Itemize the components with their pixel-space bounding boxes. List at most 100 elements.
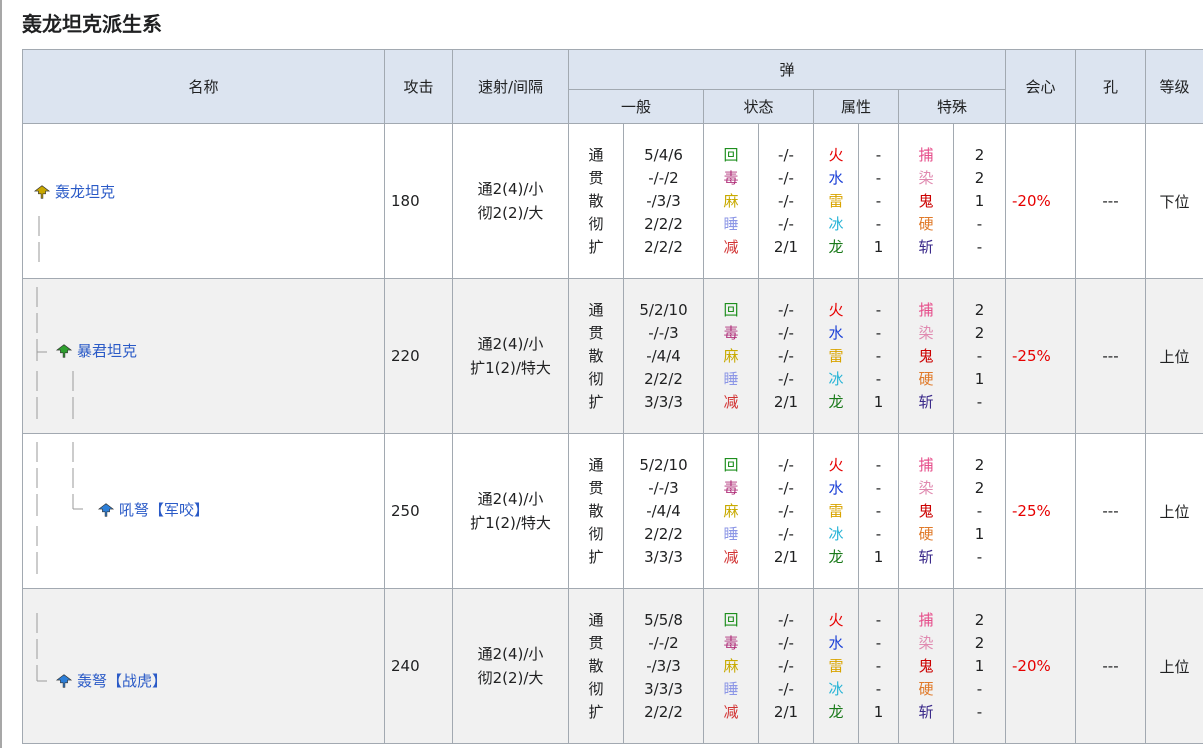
weapon-name-cell: 吼弩【军咬】 bbox=[22, 433, 385, 589]
ammo-special-type-line: 捕 bbox=[918, 610, 934, 629]
ammo-general-values-line: -/-/2 bbox=[648, 168, 679, 187]
ammo-special-type-line: 染 bbox=[918, 323, 934, 342]
ammo-general-type-line: 通 bbox=[588, 300, 604, 319]
ammo-general-type-line: 彻 bbox=[588, 369, 604, 388]
ammo-special-type-line: 捕 bbox=[918, 145, 934, 164]
ammo-status-values-line: -/- bbox=[778, 191, 794, 210]
ammo-general-values-line: 2/2/2 bbox=[644, 237, 683, 256]
ammo-element-type-line: 火 bbox=[828, 300, 844, 319]
ammo-element-type-line: 龙 bbox=[828, 547, 844, 566]
ammo-element-type-line: 冰 bbox=[828, 214, 844, 233]
ammo-element-values: - - - - 1 bbox=[858, 123, 899, 279]
ammo-general-type-line: 贯 bbox=[588, 323, 604, 342]
ammo-general-values-line: -/-/3 bbox=[648, 323, 679, 342]
ammo-special-values-line: - bbox=[976, 392, 983, 411]
ammo-status-type-line: 麻 bbox=[723, 191, 739, 210]
attack-value: 240 bbox=[384, 588, 453, 744]
ammo-general-type-line: 扩 bbox=[588, 702, 604, 721]
ammo-general-type: 通贯散彻扩 bbox=[568, 588, 624, 744]
ammo-special-values: 2 2 1 - - bbox=[952, 123, 1007, 279]
bowgun-icon bbox=[55, 344, 73, 358]
ammo-special-type-line: 捕 bbox=[918, 455, 934, 474]
ammo-status-type-line: 回 bbox=[723, 300, 739, 319]
weapon-name: 轰弩【战虎】 bbox=[55, 671, 167, 691]
ammo-element-values-line: - bbox=[875, 214, 882, 233]
table-row: 轰弩【战虎】 240 通2(4)/小 彻2(2)/大通贯散彻扩 5/5/8 -/-/2 -/… bbox=[22, 588, 1203, 744]
ammo-general-values-line: 5/4/6 bbox=[644, 145, 683, 164]
weapon-link[interactable]: 吼弩【军咬】 bbox=[119, 500, 209, 520]
ammo-special-values-line: 2 bbox=[974, 478, 985, 497]
ammo-element-values-line: - bbox=[875, 633, 882, 652]
rapid-fire-line: 通2(4)/小 bbox=[477, 180, 544, 198]
ammo-general-values-line: 3/3/3 bbox=[644, 679, 683, 698]
ammo-general-type-line: 通 bbox=[588, 610, 604, 629]
rapid-fire-line: 彻2(2)/大 bbox=[477, 669, 544, 687]
ammo-special-type-line: 染 bbox=[918, 633, 934, 652]
ammo-element-values-line: - bbox=[875, 610, 882, 629]
ammo-status-type-line: 毒 bbox=[723, 323, 739, 342]
weapon-name: 轰龙坦克 bbox=[33, 182, 115, 202]
ammo-element-values-line: 1 bbox=[873, 392, 884, 411]
ammo-special-type-line: 鬼 bbox=[918, 346, 934, 365]
weapon-link[interactable]: 暴君坦克 bbox=[77, 341, 137, 361]
ammo-element-values-line: - bbox=[875, 323, 882, 342]
ammo-general-type: 通贯散彻扩 bbox=[568, 433, 624, 589]
ammo-element-values-line: 1 bbox=[873, 237, 884, 256]
ammo-status-type-line: 睡 bbox=[723, 679, 739, 698]
ammo-element-values: - - - - 1 bbox=[858, 433, 899, 589]
weapon-table: 名称 攻击 速射/间隔 弹 会心 孔 等级 一般 状态 属性 特殊 轰龙坦克 18… bbox=[22, 49, 1203, 744]
ammo-element-type-line: 水 bbox=[828, 168, 844, 187]
weapon-link[interactable]: 轰弩【战虎】 bbox=[77, 671, 167, 691]
ammo-element-type: 火水雷冰龙 bbox=[813, 123, 859, 279]
ammo-element-values-line: - bbox=[875, 679, 882, 698]
ammo-special-values-line: - bbox=[976, 702, 983, 721]
ammo-status-type-line: 毒 bbox=[723, 168, 739, 187]
slots-value: --- bbox=[1075, 278, 1147, 434]
weapon-tree: 轰龙坦克 bbox=[23, 124, 383, 279]
ammo-special-values-line: - bbox=[976, 237, 983, 256]
ammo-special-type-line: 鬼 bbox=[918, 501, 934, 520]
slots-value: --- bbox=[1075, 433, 1147, 589]
header-affinity: 会心 bbox=[1005, 49, 1077, 124]
weapon-link[interactable]: 轰龙坦克 bbox=[55, 182, 115, 202]
ammo-general-values-line: -/4/4 bbox=[646, 346, 681, 365]
ammo-special-type: 捕染鬼硬斩 bbox=[898, 433, 954, 589]
ammo-general-type: 通贯散彻扩 bbox=[568, 123, 624, 279]
ammo-status-type-line: 麻 bbox=[723, 346, 739, 365]
ammo-status-values-line: 2/1 bbox=[773, 702, 799, 721]
ammo-general-type-line: 扩 bbox=[588, 392, 604, 411]
header-attack: 攻击 bbox=[384, 49, 453, 124]
ammo-special-values-line: 1 bbox=[974, 656, 985, 675]
rapid-fire-line: 扩1(2)/特大 bbox=[470, 359, 551, 377]
ammo-special-values-line: - bbox=[976, 346, 983, 365]
ammo-element-type-line: 火 bbox=[828, 145, 844, 164]
ammo-element-type-line: 水 bbox=[828, 478, 844, 497]
ammo-general-type-line: 通 bbox=[588, 455, 604, 474]
ammo-status-type-line: 减 bbox=[723, 392, 739, 411]
ammo-element-values-line: - bbox=[875, 346, 882, 365]
ammo-status-values-line: -/- bbox=[778, 323, 794, 342]
ammo-status-values-line: -/- bbox=[778, 346, 794, 365]
ammo-status-type-line: 毒 bbox=[723, 633, 739, 652]
rapid-fire-line: 通2(4)/小 bbox=[477, 490, 544, 508]
ammo-special-type: 捕染鬼硬斩 bbox=[898, 588, 954, 744]
rapid-fire-cell: 通2(4)/小 彻2(2)/大 bbox=[452, 588, 569, 744]
ammo-special-type-line: 斩 bbox=[918, 392, 934, 411]
ammo-status-type-line: 睡 bbox=[723, 369, 739, 388]
ammo-special-type-line: 硬 bbox=[918, 524, 934, 543]
header-rapid: 速射/间隔 bbox=[452, 49, 569, 124]
ammo-status-values-line: 2/1 bbox=[773, 547, 799, 566]
ammo-general-values-line: 2/2/2 bbox=[644, 702, 683, 721]
ammo-element-type: 火水雷冰龙 bbox=[813, 278, 859, 434]
ammo-general-values-line: 3/3/3 bbox=[644, 392, 683, 411]
table-row: 吼弩【军咬】 250 通2(4)/小 扩1(2)/特大通贯散彻扩 5/2/10 -/-/3… bbox=[22, 433, 1203, 589]
header-ammo: 弹 bbox=[567, 49, 1007, 90]
ammo-element-values-line: - bbox=[875, 191, 882, 210]
slots-value: --- bbox=[1075, 123, 1147, 279]
weapon-name-cell: 轰龙坦克 bbox=[22, 123, 385, 279]
ammo-special-values-line: 2 bbox=[974, 323, 985, 342]
ammo-special-values-line: - bbox=[976, 679, 983, 698]
weapon-tree: 吼弩【军咬】 bbox=[23, 434, 383, 589]
ammo-special-type: 捕染鬼硬斩 bbox=[898, 278, 954, 434]
ammo-element-type-line: 冰 bbox=[828, 369, 844, 388]
